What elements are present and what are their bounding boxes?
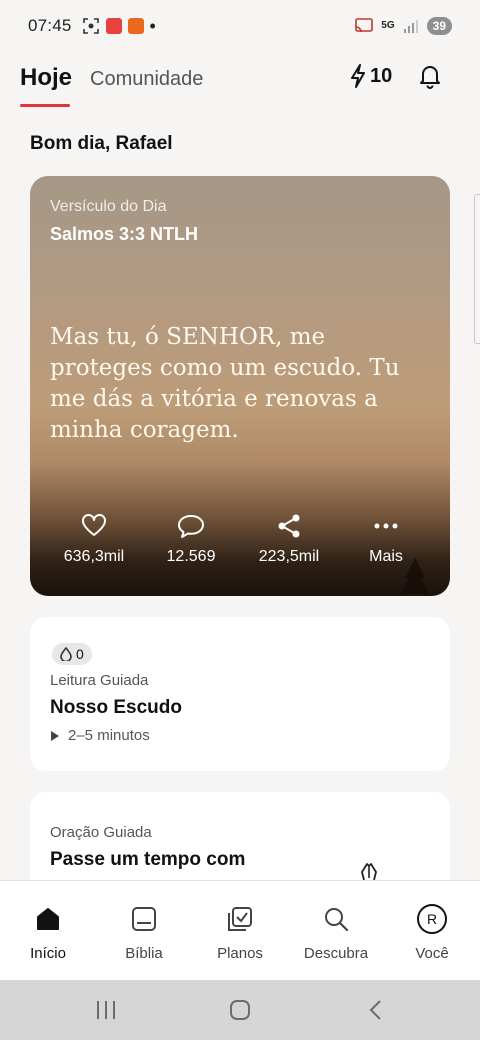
verse-text: Mas tu, ó SENHOR, me proteges como um es… (50, 324, 400, 443)
nav-discover-label: Descubra (303, 945, 369, 962)
status-bar: 07:45 • 5G 39 (0, 0, 480, 52)
nav-plans-label: Planos (217, 945, 263, 962)
heart-icon (82, 514, 106, 536)
more-action[interactable]: Mais (336, 512, 436, 566)
tab-today[interactable]: Hoje (20, 64, 72, 92)
guided-reading-title: Nosso Escudo (50, 697, 182, 718)
bell-icon[interactable] (416, 62, 444, 90)
verse-card-label: Versículo do Dia (50, 198, 167, 215)
more-dots-icon (374, 523, 398, 529)
nav-discover[interactable]: Descubra (288, 903, 384, 962)
battery-indicator: 39 (426, 17, 452, 35)
nav-you[interactable]: R Você (384, 903, 480, 962)
verse-of-the-day-card[interactable]: Versículo do Dia Salmos 3:3 NTLH Mas tu,… (30, 176, 450, 596)
greeting: Bom dia, Rafael (30, 133, 173, 154)
status-time: 07:45 (28, 16, 72, 35)
share-action[interactable]: 223,5mil (239, 512, 339, 566)
like-count: 636,3mil (63, 548, 125, 565)
guided-prayer-kind: Oração Guiada (50, 824, 152, 841)
nav-bible-label: Bíblia (125, 945, 163, 962)
more-label: Mais (369, 548, 403, 565)
drop-icon (60, 647, 72, 661)
share-icon (278, 514, 300, 538)
streak-button[interactable]: 10 (350, 64, 392, 88)
avatar-letter: R (427, 911, 437, 927)
completion-pill: 0 (52, 643, 92, 665)
lightning-icon (351, 64, 365, 88)
top-tabs: Hoje Comunidade 10 (0, 52, 480, 112)
comment-icon (178, 515, 204, 538)
nav-you-label: Você (415, 945, 449, 962)
app-notification-icon (105, 18, 122, 34)
guided-reading-duration: 2–5 minutos (50, 727, 150, 744)
duration-text: 2–5 minutos (68, 727, 150, 744)
like-action[interactable]: 636,3mil (44, 512, 144, 566)
bible-icon (132, 907, 156, 931)
avatar: R (417, 904, 447, 934)
active-tab-indicator (20, 104, 70, 107)
comment-action[interactable]: 12.569 (141, 512, 241, 566)
more-notifications-dot: • (149, 16, 156, 36)
recent-apps-icon[interactable] (94, 998, 118, 1022)
guided-prayer-title: Passe um tempo com (50, 849, 246, 870)
system-navigation-bar (0, 980, 480, 1040)
system-status-icons: 5G 39 (355, 17, 452, 35)
nav-home[interactable]: Início (0, 903, 96, 962)
tab-community[interactable]: Comunidade (90, 68, 203, 91)
side-panel-handle[interactable] (474, 194, 480, 344)
signal-icon (403, 20, 418, 33)
app-notification-icon (127, 18, 144, 34)
comment-count: 12.569 (166, 548, 216, 565)
network-type: 5G (381, 20, 395, 31)
home-icon (37, 908, 59, 930)
plans-icon (228, 907, 252, 931)
verse-actions: 636,3mil 12.569 223,5mil Mais (30, 512, 450, 572)
bottom-navigation: Início Bíblia Planos Descubra R Você (0, 880, 480, 980)
notification-icons: • (82, 17, 156, 35)
praying-hands-icon (361, 863, 377, 881)
guided-reading-kind: Leitura Guiada (50, 672, 149, 689)
screenshot-icon (82, 18, 99, 34)
nav-plans[interactable]: Planos (192, 903, 288, 962)
home-button-icon[interactable] (228, 998, 252, 1022)
nav-home-label: Início (30, 945, 66, 962)
guided-reading-card[interactable]: 0 Leitura Guiada Nosso Escudo 2–5 minuto… (30, 617, 450, 771)
completion-count: 0 (76, 646, 84, 662)
cast-icon (355, 18, 374, 33)
back-icon[interactable] (364, 998, 388, 1022)
nav-bible[interactable]: Bíblia (96, 903, 192, 962)
play-icon (51, 730, 59, 741)
streak-count: 10 (370, 64, 393, 87)
search-icon (325, 908, 349, 932)
verse-reference[interactable]: Salmos 3:3 NTLH (50, 224, 198, 245)
share-count: 223,5mil (258, 548, 320, 565)
